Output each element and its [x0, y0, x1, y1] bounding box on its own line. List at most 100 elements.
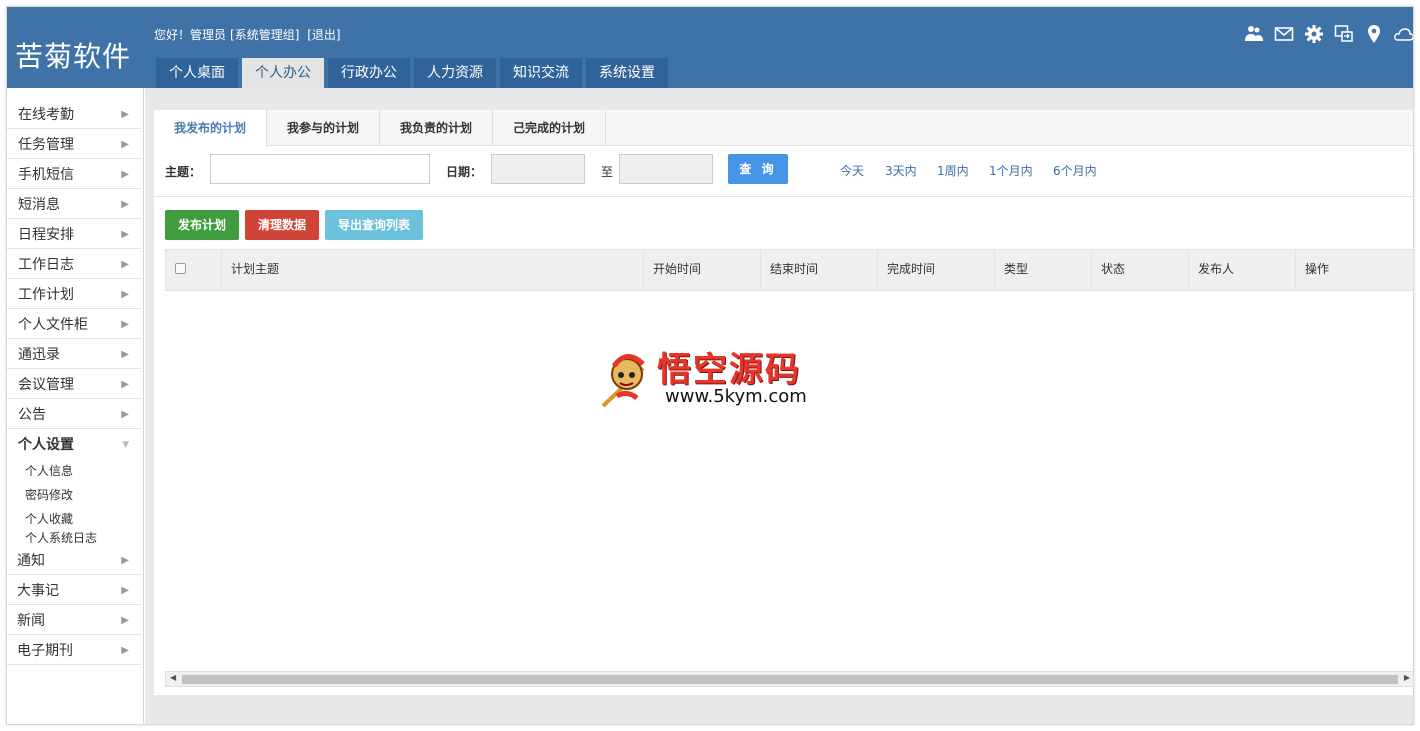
tab-knowledge-exchange[interactable]: 知识交流 — [500, 58, 582, 88]
plan-tabs: 我发布的计划 我参与的计划 我负责的计划 己完成的计划 — [154, 110, 1413, 147]
tab-completed-plans[interactable]: 己完成的计划 — [493, 110, 607, 146]
column-header-completion-time[interactable]: 完成时间 — [878, 250, 995, 290]
column-header-actions: 操作 — [1305, 262, 1330, 276]
tab-my-participating-plans[interactable]: 我参与的计划 — [267, 110, 381, 146]
quick-range-today[interactable]: 今天 — [840, 162, 864, 179]
sidebar-subitem-password[interactable]: 密码修改 — [7, 483, 143, 507]
column-header-type[interactable]: 类型 — [995, 250, 1092, 290]
column-header-end-time[interactable]: 结束时间 — [761, 250, 878, 290]
window-switch-icon[interactable] — [1333, 23, 1355, 45]
column-header-status[interactable]: 状态 — [1092, 250, 1189, 290]
column-header-start-time[interactable]: 开始时间 — [644, 250, 761, 290]
plan-table: 计划主题 开始时间 结束时间 完成时间 类型 状态 发布人 操作 — [165, 249, 1413, 291]
quick-range-3days[interactable]: 3天内 — [885, 162, 917, 179]
sidebar-item-notices[interactable]: 通知 ▶ — [7, 545, 141, 575]
scroll-left-icon[interactable]: ◀ — [170, 673, 176, 682]
query-button[interactable]: 查 询 — [728, 154, 788, 184]
date-label: 日期： — [446, 165, 483, 179]
chevron-right-icon: ▶ — [121, 349, 129, 360]
sidebar-item-contacts[interactable]: 通迅录 ▶ — [7, 339, 141, 369]
subject-input[interactable] — [210, 154, 430, 184]
tab-system-settings[interactable]: 系统设置 — [586, 58, 668, 88]
select-all-checkbox[interactable] — [175, 263, 186, 274]
quick-range-6months[interactable]: 6个月内 — [1053, 162, 1097, 179]
location-pin-icon[interactable] — [1363, 23, 1385, 45]
tab-my-published-plans[interactable]: 我发布的计划 — [154, 110, 268, 147]
quick-range-1week[interactable]: 1周内 — [937, 162, 969, 179]
sidebar-item-events[interactable]: 大事记 ▶ — [7, 575, 141, 605]
scroll-right-icon[interactable]: ▶ — [1404, 673, 1410, 682]
greeting-text: 您好！管理员 — [154, 28, 227, 42]
sidebar-item-sms[interactable]: 手机短信 ▶ — [7, 159, 141, 189]
date-from-field[interactable] — [491, 154, 585, 184]
tab-my-responsible-plans[interactable]: 我负责的计划 — [380, 110, 494, 146]
user-greeting: 您好！管理员 [系统管理组] [退出] — [154, 26, 345, 43]
filter-bar: 主题： 日期： 至 查 询 今天 3天内 1周内 1个月内 6个月内 — [154, 147, 1413, 197]
watermark-logo: 悟空源码 www.5kym.com — [599, 340, 839, 420]
sidebar-item-work-log[interactable]: 工作日志 ▶ — [7, 249, 141, 279]
sidebar-item-messages[interactable]: 短消息 ▶ — [7, 189, 141, 219]
horizontal-scrollbar[interactable]: ◀ ▶ — [165, 671, 1413, 687]
sidebar-item-meetings[interactable]: 会议管理 ▶ — [7, 369, 141, 399]
sidebar-item-work-plan[interactable]: 工作计划 ▶ — [7, 279, 141, 309]
table-header: 计划主题 开始时间 结束时间 完成时间 类型 状态 发布人 操作 — [165, 249, 1413, 291]
chevron-down-icon: ▼ — [122, 440, 129, 450]
mail-icon[interactable] — [1273, 23, 1295, 45]
sidebar-item-announcements[interactable]: 公告 ▶ — [7, 399, 141, 429]
sidebar-subitem-profile[interactable]: 个人信息 — [7, 459, 143, 483]
to-label: 至 — [601, 165, 614, 179]
sidebar-item-attendance[interactable]: 在线考勤 ▶ — [7, 99, 141, 129]
subject-label: 主题： — [165, 165, 202, 179]
tab-human-resources[interactable]: 人力资源 — [414, 58, 496, 88]
chevron-right-icon: ▶ — [121, 169, 129, 180]
main-content: 我发布的计划 我参与的计划 我负责的计划 己完成的计划 主题： 日期： 至 查 … — [145, 88, 1413, 724]
chevron-right-icon: ▶ — [121, 615, 129, 626]
sidebar-item-tasks[interactable]: 任务管理 ▶ — [7, 129, 141, 159]
chevron-right-icon: ▶ — [121, 379, 129, 390]
clear-data-button[interactable]: 清理数据 — [245, 210, 320, 240]
sidebar-subitem-favorites[interactable]: 个人收藏 — [7, 507, 143, 531]
sidebar: 在线考勤 ▶ 任务管理 ▶ 手机短信 ▶ 短消息 ▶ 日程安排 ▶ 工作日志 ▶ 工作计划 ▶… — [7, 88, 144, 724]
chevron-right-icon: ▶ — [121, 555, 129, 566]
date-to-field[interactable] — [619, 154, 713, 184]
chevron-right-icon: ▶ — [121, 109, 129, 120]
top-header: 苦菊软件 您好！管理员 [系统管理组] [退出] 个人桌面 个人办公 行政办公 人… — [7, 7, 1413, 88]
chevron-right-icon: ▶ — [121, 139, 129, 150]
chevron-right-icon: ▶ — [121, 259, 129, 270]
watermark-title: 悟空源码 — [657, 350, 801, 390]
quick-range-1month[interactable]: 1个月内 — [989, 162, 1033, 179]
users-icon[interactable] — [1243, 23, 1265, 45]
gear-icon[interactable] — [1303, 23, 1325, 45]
publish-plan-button[interactable]: 发布计划 — [165, 210, 240, 240]
app-logo: 苦菊软件 — [15, 40, 132, 73]
chevron-right-icon: ▶ — [121, 409, 129, 420]
chevron-right-icon: ▶ — [121, 289, 129, 300]
plan-panel: 我发布的计划 我参与的计划 我负责的计划 己完成的计划 主题： 日期： 至 查 … — [154, 110, 1413, 695]
tab-personal-desktop[interactable]: 个人桌面 — [156, 58, 238, 88]
main-nav-tabs: 个人桌面 个人办公 行政办公 人力资源 知识交流 系统设置 — [156, 58, 672, 88]
scrollbar-thumb[interactable] — [182, 675, 1398, 684]
watermark-url: www.5kym.com — [665, 386, 807, 407]
chevron-right-icon: ▶ — [121, 199, 129, 210]
chevron-right-icon: ▶ — [121, 319, 129, 330]
header-icon-bar — [1243, 23, 1413, 45]
sidebar-item-personal-settings[interactable]: 个人设置 ▼ — [7, 429, 141, 459]
export-list-button[interactable]: 导出查询列表 — [325, 210, 424, 240]
action-buttons: 发布计划 清理数据 导出查询列表 — [165, 210, 424, 240]
chevron-right-icon: ▶ — [121, 585, 129, 596]
sidebar-subitem-system-log[interactable]: 个人系统日志 — [7, 531, 143, 545]
monkey-king-icon — [601, 354, 645, 408]
column-header-publisher[interactable]: 发布人 — [1189, 250, 1296, 290]
select-all-cell — [166, 250, 222, 290]
sidebar-item-schedule[interactable]: 日程安排 ▶ — [7, 219, 141, 249]
tab-personal-office[interactable]: 个人办公 — [242, 58, 324, 88]
sidebar-item-file-cabinet[interactable]: 个人文件柜 ▶ — [7, 309, 141, 339]
column-header-subject[interactable]: 计划主题 — [222, 250, 644, 290]
sidebar-item-journal[interactable]: 电子期刊 ▶ — [7, 635, 141, 665]
tab-admin-office[interactable]: 行政办公 — [328, 58, 410, 88]
logout-link[interactable]: [退出] — [307, 28, 340, 42]
app-window: 苦菊软件 您好！管理员 [系统管理组] [退出] 个人桌面 个人办公 行政办公 人… — [6, 6, 1414, 725]
sidebar-item-news[interactable]: 新闻 ▶ — [7, 605, 141, 635]
cloud-icon[interactable] — [1393, 23, 1413, 45]
user-group: [系统管理组] — [230, 28, 300, 42]
